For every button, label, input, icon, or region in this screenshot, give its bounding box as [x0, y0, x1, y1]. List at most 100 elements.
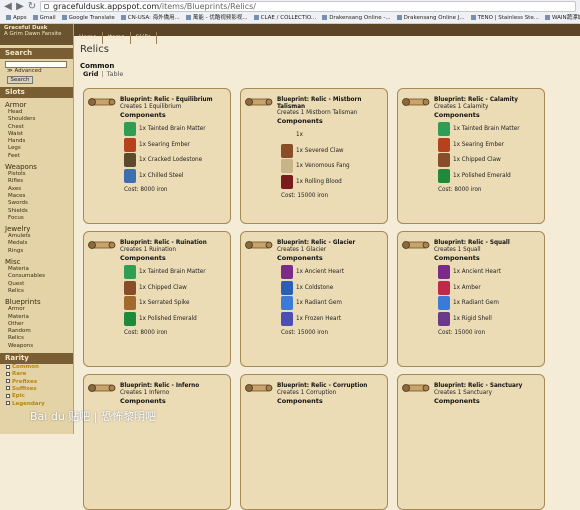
relic-card[interactable]: Blueprint: Relic - Squall Creates 1 Squal…	[397, 231, 545, 367]
component-row[interactable]: 1x Venomous Fang	[281, 159, 385, 173]
search-input[interactable]	[5, 61, 67, 68]
component-row[interactable]: 1x Coldstone	[281, 280, 385, 295]
slot-item-axes[interactable]: Axes	[0, 186, 73, 193]
bookmark-item[interactable]: CLAE / COLLECTIO...	[253, 13, 316, 23]
card-title[interactable]: Blueprint: Relic - Inferno	[120, 383, 228, 390]
slot-item-other[interactable]: Other	[0, 321, 73, 328]
site-logo[interactable]: Graceful Dusk A Grim Dawn Fansite	[0, 24, 73, 45]
component-row[interactable]: 1x Searing Ember	[124, 137, 228, 152]
slot-group-armor[interactable]: Armor	[0, 101, 73, 109]
slot-item-materia[interactable]: Materia	[0, 314, 73, 321]
slot-item-feet[interactable]: Feet	[0, 153, 73, 160]
component-row[interactable]: 1x Rolling Blood	[281, 174, 385, 189]
rarity-rare[interactable]: Rare	[0, 371, 73, 378]
card-title[interactable]: Blueprint: Relic - Ruination	[120, 240, 228, 247]
nav-skills[interactable]: Skills	[131, 32, 157, 44]
component-row[interactable]: 1x Radiant Gem	[438, 296, 542, 310]
bookmark-item[interactable]: Apps	[6, 13, 27, 23]
component-row[interactable]: 1x Ancient Heart	[281, 265, 385, 279]
rarity-checkbox[interactable]	[6, 393, 10, 398]
component-row[interactable]: 1x Chipped Claw	[124, 280, 228, 295]
component-row[interactable]: 1x Cracked Lodestone	[124, 153, 228, 167]
table-view-link[interactable]: Table	[107, 70, 124, 78]
card-title[interactable]: Blueprint: Relic - Mistborn Talisman	[277, 97, 385, 110]
nav-items[interactable]: Items	[103, 32, 131, 44]
relic-card[interactable]: Blueprint: Relic - Sanctuary Creates 1 Sa…	[397, 374, 545, 510]
component-row[interactable]: 1x Radiant Gem	[281, 296, 385, 310]
relic-card[interactable]: Blueprint: Relic - Inferno Creates 1 Infe…	[83, 374, 231, 510]
relic-card[interactable]: Blueprint: Relic - Corruption Creates 1 C…	[240, 374, 388, 510]
search-button[interactable]: Search	[7, 76, 33, 84]
rarity-common[interactable]: Common	[0, 364, 73, 371]
rarity-checkbox[interactable]	[6, 401, 10, 405]
component-row[interactable]: 1x Amber	[438, 280, 542, 295]
rarity-checkbox[interactable]	[6, 364, 10, 369]
reload-icon[interactable]: ↻	[27, 2, 37, 12]
rarity-legendary[interactable]: Legendary	[0, 401, 73, 408]
component-row[interactable]: 1x Tainted Brain Matter	[124, 265, 228, 279]
slot-item-consumables[interactable]: Consumables	[0, 273, 73, 280]
component-row[interactable]: 1x Frozen Heart	[281, 311, 385, 326]
slot-item-weapons[interactable]: Weapons	[0, 343, 73, 350]
nav-home[interactable]: Home	[74, 32, 103, 44]
card-title[interactable]: Blueprint: Relic - Corruption	[277, 383, 385, 390]
slot-item-chest[interactable]: Chest	[0, 124, 73, 131]
bookmark-item[interactable]: CN-USA: 海外僑用...	[120, 13, 180, 23]
slot-item-focus[interactable]: Focus	[0, 215, 73, 222]
bookmark-item[interactable]: 萬能 - 优酷视频影视...	[185, 13, 248, 23]
component-row[interactable]: 1x Tainted Brain Matter	[438, 122, 542, 136]
card-title[interactable]: Blueprint: Relic - Equilibrium	[120, 97, 228, 104]
slot-group-blueprints[interactable]: Blueprints	[0, 298, 73, 306]
address-bar[interactable]: gracefuldusk.appspot.com/items/Blueprint…	[40, 1, 576, 12]
advanced-search-link[interactable]: ≫ Advanced	[0, 68, 73, 75]
component-row[interactable]: 1x Severed Claw	[281, 143, 385, 158]
slot-group-weapons[interactable]: Weapons	[0, 163, 73, 171]
component-row[interactable]: 1x Polished Emerald	[124, 311, 228, 326]
slot-item-maces[interactable]: Maces	[0, 193, 73, 200]
slot-item-armor[interactable]: Armor	[0, 306, 73, 313]
slot-item-medals[interactable]: Medals	[0, 240, 73, 247]
slot-group-jewelry[interactable]: Jewelry	[0, 225, 73, 233]
slot-item-quest[interactable]: Quest	[0, 281, 73, 288]
bookmark-item[interactable]: Gmail	[32, 13, 56, 23]
card-title[interactable]: Blueprint: Relic - Sanctuary	[434, 383, 542, 390]
slot-item-head[interactable]: Head	[0, 109, 73, 116]
slot-item-amulets[interactable]: Amulets	[0, 233, 73, 240]
component-row[interactable]: 1x Chipped Claw	[438, 153, 542, 167]
slot-item-hands[interactable]: Hands	[0, 138, 73, 145]
bookmark-item[interactable]: Drakensang Online J...	[396, 13, 465, 23]
grid-view-link[interactable]: Grid	[83, 70, 98, 78]
component-row[interactable]: 1x Serrated Spike	[124, 296, 228, 310]
relic-card[interactable]: Blueprint: Relic - Equilibrium Creates 1 …	[83, 88, 231, 224]
component-row[interactable]: 1x Ancient Heart	[438, 265, 542, 279]
rarity-checkbox[interactable]	[6, 386, 10, 391]
relic-card[interactable]: Blueprint: Relic - Mistborn Talisman Crea…	[240, 88, 388, 224]
slot-item-rifles[interactable]: Rifles	[0, 178, 73, 185]
bookmark-item[interactable]: Drakensang Online -...	[322, 13, 391, 23]
slot-item-relics[interactable]: Relics	[0, 335, 73, 342]
slot-item-materia[interactable]: Materia	[0, 266, 73, 273]
rarity-epic[interactable]: Epic	[0, 393, 73, 400]
back-icon[interactable]: ◀	[3, 2, 13, 12]
component-row[interactable]: 1x	[281, 128, 385, 142]
card-title[interactable]: Blueprint: Relic - Calamity	[434, 97, 542, 104]
component-row[interactable]: 1x Tainted Brain Matter	[124, 122, 228, 136]
component-row[interactable]: 1x Searing Ember	[438, 137, 542, 152]
rarity-checkbox[interactable]	[6, 379, 10, 384]
slot-item-shields[interactable]: Shields	[0, 208, 73, 215]
slot-item-rings[interactable]: Rings	[0, 248, 73, 255]
slot-item-random[interactable]: Random	[0, 328, 73, 335]
component-row[interactable]: 1x Polished Emerald	[438, 168, 542, 183]
card-title[interactable]: Blueprint: Relic - Squall	[434, 240, 542, 247]
relic-card[interactable]: Blueprint: Relic - Ruination Creates 1 Ru…	[83, 231, 231, 367]
bookmark-item[interactable]: Google Translate	[61, 13, 115, 23]
forward-icon[interactable]: ▶	[15, 2, 25, 12]
rarity-suffixes[interactable]: Suffixes	[0, 386, 73, 393]
slot-item-waist[interactable]: Waist	[0, 131, 73, 138]
slot-item-legs[interactable]: Legs	[0, 145, 73, 152]
relic-card[interactable]: Blueprint: Relic - Glacier Creates 1 Glac…	[240, 231, 388, 367]
card-title[interactable]: Blueprint: Relic - Glacier	[277, 240, 385, 247]
bookmark-item[interactable]: WAIN蔬漂城 - ...	[544, 13, 580, 23]
slot-item-shoulders[interactable]: Shoulders	[0, 116, 73, 123]
component-row[interactable]: 1x Chilled Steel	[124, 168, 228, 183]
